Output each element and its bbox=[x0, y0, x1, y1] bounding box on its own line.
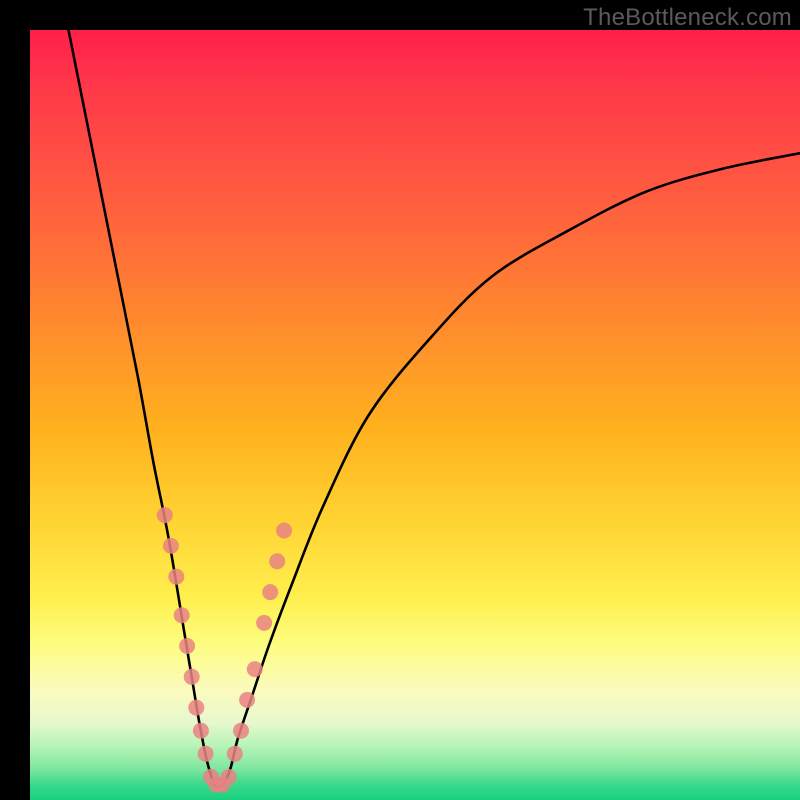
sample-point-marker bbox=[221, 769, 237, 785]
sample-point-marker bbox=[247, 661, 263, 677]
curve-layer bbox=[30, 30, 800, 800]
sample-point-marker bbox=[198, 746, 214, 762]
sample-point-marker bbox=[157, 507, 173, 523]
sample-point-marker bbox=[179, 638, 195, 654]
chart-frame: TheBottleneck.com bbox=[0, 0, 800, 800]
sample-point-marker bbox=[188, 700, 204, 716]
sample-point-marker bbox=[193, 723, 209, 739]
bottleneck-curve bbox=[69, 30, 800, 787]
sample-point-marker bbox=[174, 607, 190, 623]
sample-point-marker bbox=[262, 584, 278, 600]
sample-point-marker bbox=[163, 538, 179, 554]
plot-area bbox=[30, 30, 800, 800]
watermark-text: TheBottleneck.com bbox=[583, 4, 792, 32]
sample-point-marker bbox=[276, 523, 292, 539]
sample-point-marker bbox=[184, 669, 200, 685]
sample-point-marker bbox=[233, 723, 249, 739]
sample-point-marker bbox=[239, 692, 255, 708]
sample-point-marker bbox=[256, 615, 272, 631]
sample-point-marker bbox=[227, 746, 243, 762]
sample-point-marker bbox=[269, 553, 285, 569]
sample-point-marker bbox=[168, 569, 184, 585]
